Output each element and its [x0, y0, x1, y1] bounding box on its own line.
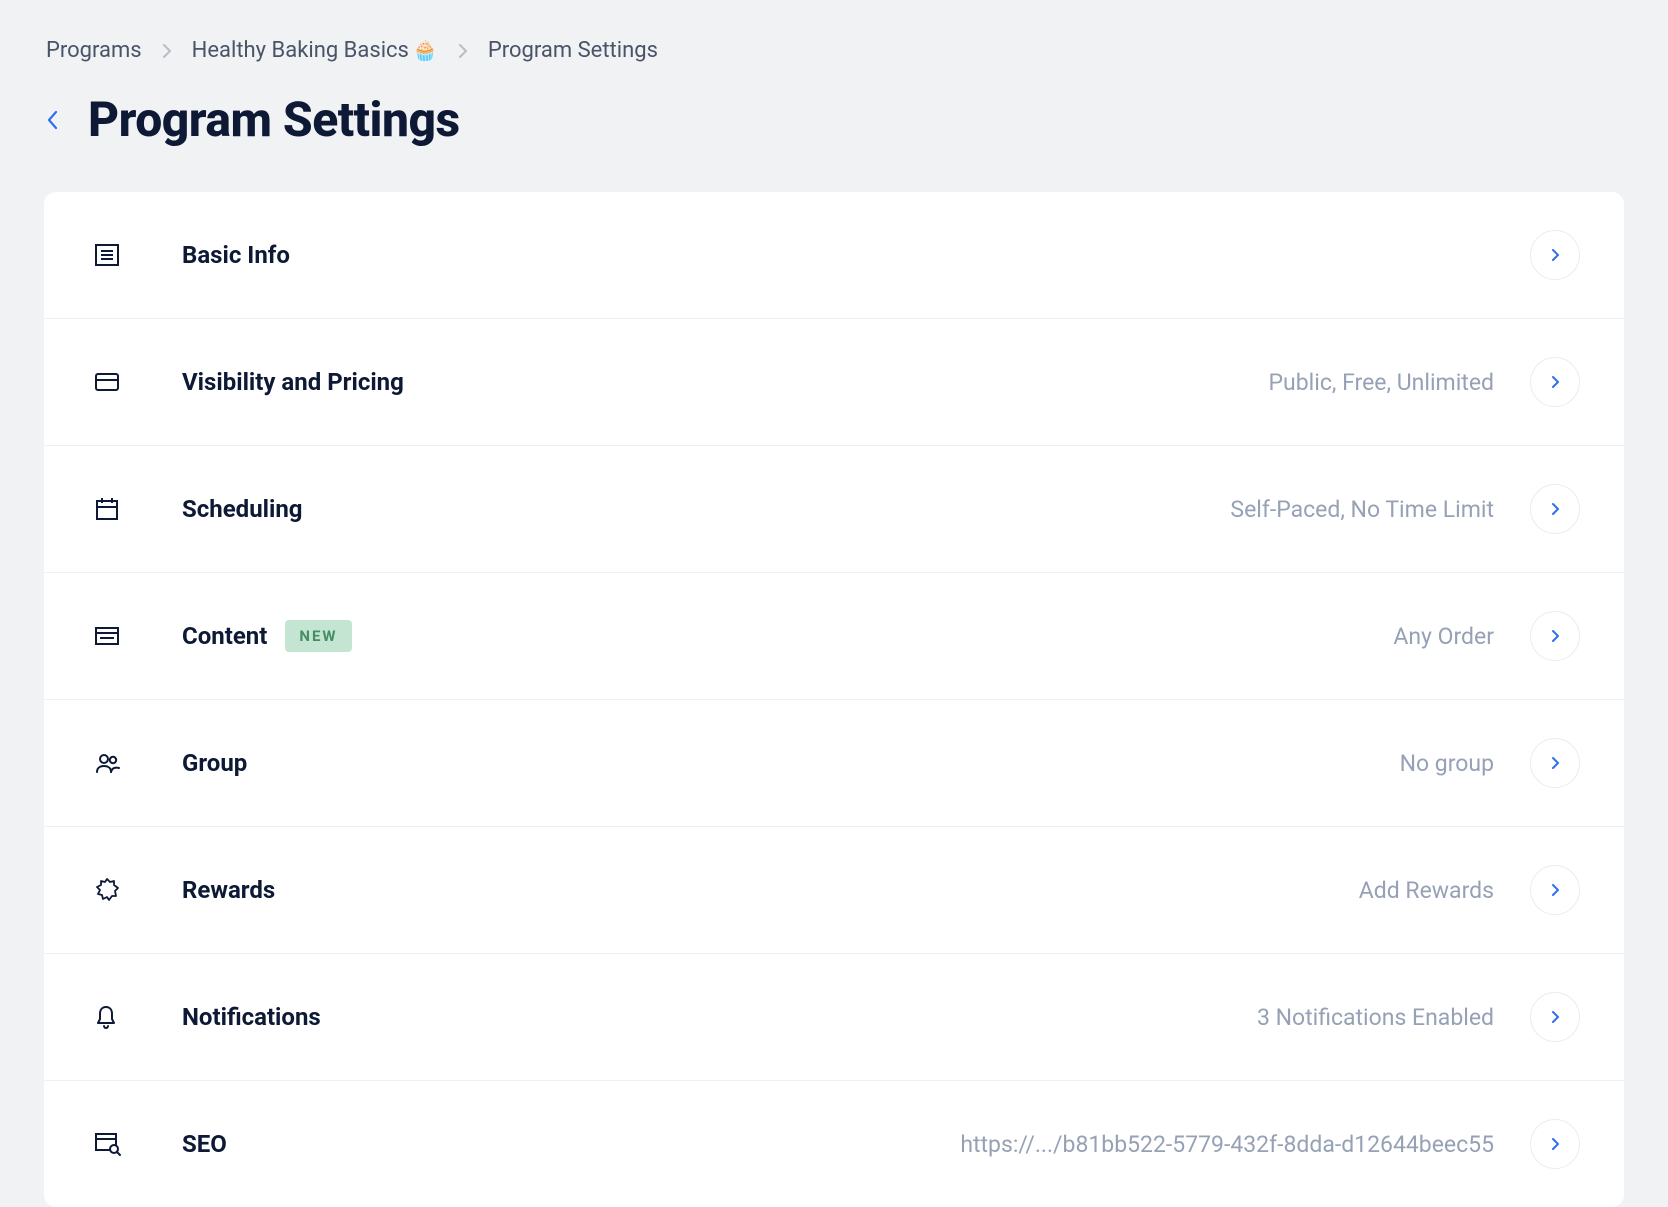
row-value: Any Order [1393, 623, 1494, 650]
row-value: https://.../b81bb522-5779-432f-8dda-d126… [960, 1131, 1494, 1158]
seo-icon [94, 1131, 126, 1157]
row-value: No group [1400, 750, 1494, 777]
row-label: Basic Info [182, 241, 290, 269]
cupcake-icon: 🧁 [413, 38, 438, 62]
row-rewards[interactable]: Rewards Add Rewards [44, 827, 1624, 954]
breadcrumb-program-name[interactable]: Healthy Baking Basics🧁 [192, 38, 438, 63]
row-label: Content [182, 622, 267, 650]
row-label: SEO [182, 1130, 227, 1158]
row-label: Group [182, 749, 247, 777]
row-basic-info[interactable]: Basic Info [44, 192, 1624, 319]
row-scheduling[interactable]: Scheduling Self-Paced, No Time Limit [44, 446, 1624, 573]
content-icon [94, 625, 126, 647]
row-value: Add Rewards [1359, 877, 1494, 904]
row-seo[interactable]: SEO https://.../b81bb522-5779-432f-8dda-… [44, 1081, 1624, 1207]
row-value: Public, Free, Unlimited [1269, 369, 1494, 396]
credit-card-icon [94, 371, 126, 393]
breadcrumb-programs[interactable]: Programs [46, 38, 142, 63]
chevron-right-icon [162, 43, 172, 59]
group-icon [94, 751, 126, 775]
row-label: Notifications [182, 1003, 321, 1031]
chevron-right-icon[interactable] [1530, 1119, 1580, 1169]
row-content[interactable]: Content NEW Any Order [44, 573, 1624, 700]
chevron-right-icon[interactable] [1530, 738, 1580, 788]
settings-card: Basic Info Visibility and Pricing Public… [44, 192, 1624, 1207]
rewards-icon [94, 877, 126, 903]
bell-icon [94, 1004, 126, 1030]
calendar-icon [94, 496, 126, 522]
page-header: Program Settings [44, 91, 1624, 148]
row-visibility-pricing[interactable]: Visibility and Pricing Public, Free, Unl… [44, 319, 1624, 446]
row-label: Visibility and Pricing [182, 368, 404, 396]
row-label: Scheduling [182, 495, 303, 523]
back-button[interactable] [46, 108, 60, 132]
chevron-right-icon[interactable] [1530, 865, 1580, 915]
chevron-right-icon[interactable] [1530, 484, 1580, 534]
page-title: Program Settings [88, 91, 460, 148]
row-value: 3 Notifications Enabled [1257, 1004, 1494, 1031]
row-value: Self-Paced, No Time Limit [1230, 496, 1494, 523]
row-label: Rewards [182, 876, 275, 904]
row-notifications[interactable]: Notifications 3 Notifications Enabled [44, 954, 1624, 1081]
chevron-right-icon[interactable] [1530, 230, 1580, 280]
chevron-right-icon[interactable] [1530, 992, 1580, 1042]
breadcrumb: Programs Healthy Baking Basics🧁 Program … [44, 38, 1624, 63]
new-badge: NEW [285, 620, 351, 652]
chevron-right-icon[interactable] [1530, 357, 1580, 407]
list-icon [94, 242, 126, 268]
chevron-right-icon [458, 43, 468, 59]
row-group[interactable]: Group No group [44, 700, 1624, 827]
breadcrumb-current: Program Settings [488, 38, 658, 63]
chevron-right-icon[interactable] [1530, 611, 1580, 661]
